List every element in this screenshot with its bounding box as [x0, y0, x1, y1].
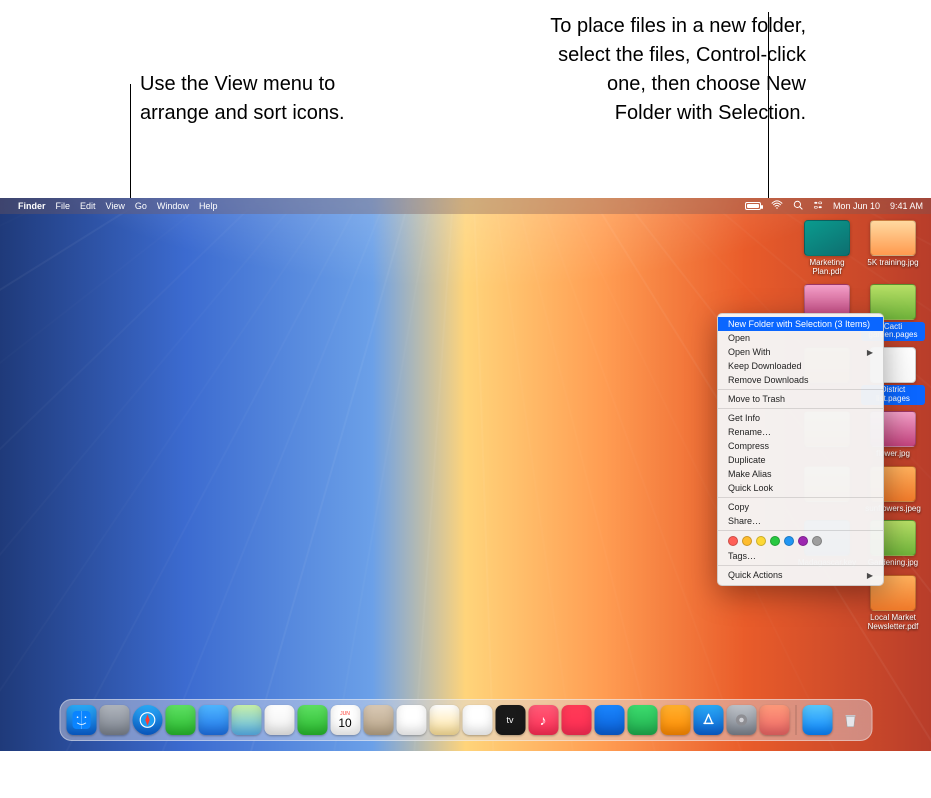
- chevron-right-icon: ▶: [867, 571, 873, 580]
- ctx-copy[interactable]: Copy: [718, 500, 883, 514]
- ctx-quick-actions[interactable]: Quick Actions▶: [718, 568, 883, 582]
- ctx-duplicate[interactable]: Duplicate: [718, 453, 883, 467]
- mac-desktop: Finder File Edit View Go Window Help Mon…: [0, 198, 931, 751]
- chevron-right-icon: ▶: [867, 348, 873, 357]
- menu-separator: [718, 408, 883, 409]
- desktop-file[interactable]: Marketing Plan.pdf: [797, 220, 857, 278]
- file-thumbnail: [804, 220, 850, 256]
- dock-downloads-icon[interactable]: [802, 705, 832, 735]
- dock-settings-icon[interactable]: [726, 705, 756, 735]
- ctx-get-info[interactable]: Get Info: [718, 411, 883, 425]
- context-menu: New Folder with Selection (3 Items) Open…: [717, 313, 884, 586]
- dock-music-icon[interactable]: ♪: [528, 705, 558, 735]
- menu-separator: [718, 565, 883, 566]
- ctx-tags[interactable]: Tags…: [718, 549, 883, 563]
- dock-photos-icon[interactable]: [264, 705, 294, 735]
- file-label: Local Market Newsletter.pdf: [861, 613, 925, 633]
- battery-icon[interactable]: [745, 202, 761, 210]
- menu-separator: [718, 530, 883, 531]
- tag-color-dot[interactable]: [728, 536, 738, 546]
- dock-pages-icon[interactable]: [660, 705, 690, 735]
- menu-separator: [718, 497, 883, 498]
- menu-bar: Finder File Edit View Go Window Help Mon…: [0, 198, 931, 214]
- dock-contacts-icon[interactable]: [363, 705, 393, 735]
- menu-date[interactable]: Mon Jun 10: [833, 201, 880, 211]
- dock-maps-icon[interactable]: [231, 705, 261, 735]
- wifi-icon[interactable]: [771, 200, 783, 212]
- menu-app-name[interactable]: Finder: [18, 201, 46, 211]
- dock-numbers-icon[interactable]: [627, 705, 657, 735]
- dock-launchpad-icon[interactable]: [99, 705, 129, 735]
- ctx-keep-downloaded[interactable]: Keep Downloaded: [718, 359, 883, 373]
- dock-messages-icon[interactable]: [165, 705, 195, 735]
- annotation-text-right: To place files in a new folder, select t…: [546, 12, 806, 128]
- dock-iphone-mirroring-icon[interactable]: [759, 705, 789, 735]
- tag-color-dot[interactable]: [756, 536, 766, 546]
- control-center-icon[interactable]: [813, 200, 823, 212]
- file-label: Marketing Plan.pdf: [795, 258, 859, 278]
- tag-color-dot[interactable]: [798, 536, 808, 546]
- annotation-text-left: Use the View menu to arrange and sort ic…: [140, 70, 360, 128]
- dock-finder-icon[interactable]: [66, 705, 96, 735]
- dock-news-icon[interactable]: [561, 705, 591, 735]
- annotation-leader-left: [130, 84, 131, 209]
- menu-separator: [718, 389, 883, 390]
- desktop-file[interactable]: 5K training.jpg: [863, 220, 923, 278]
- file-thumbnail: [870, 220, 916, 256]
- file-label: 5K training.jpg: [861, 258, 925, 269]
- dock-safari-icon[interactable]: [132, 705, 162, 735]
- tag-color-dot[interactable]: [770, 536, 780, 546]
- dock-calendar-icon[interactable]: JUN10: [330, 705, 360, 735]
- tag-color-dot[interactable]: [784, 536, 794, 546]
- ctx-new-folder-with-selection[interactable]: New Folder with Selection (3 Items): [718, 317, 883, 331]
- menu-view[interactable]: View: [106, 201, 125, 211]
- ctx-move-to-trash[interactable]: Move to Trash: [718, 392, 883, 406]
- search-icon[interactable]: [793, 200, 803, 212]
- ctx-open[interactable]: Open: [718, 331, 883, 345]
- dock-reminders-icon[interactable]: [396, 705, 426, 735]
- dock-trash-icon[interactable]: [835, 705, 865, 735]
- dock-mail-icon[interactable]: [198, 705, 228, 735]
- annotation-layer: Use the View menu to arrange and sort ic…: [0, 0, 931, 198]
- dock-notes-icon[interactable]: [429, 705, 459, 735]
- dock-tv-icon[interactable]: tv: [495, 705, 525, 735]
- dock: JUN10 tv♪: [59, 699, 872, 741]
- ctx-quick-look[interactable]: Quick Look: [718, 481, 883, 495]
- dock-freeform-icon[interactable]: [462, 705, 492, 735]
- ctx-open-with[interactable]: Open With▶: [718, 345, 883, 359]
- menu-time[interactable]: 9:41 AM: [890, 201, 923, 211]
- menu-help[interactable]: Help: [199, 201, 218, 211]
- ctx-tag-colors: [718, 533, 883, 549]
- dock-facetime-icon[interactable]: [297, 705, 327, 735]
- ctx-remove-downloads[interactable]: Remove Downloads: [718, 373, 883, 387]
- menu-file[interactable]: File: [56, 201, 71, 211]
- ctx-share[interactable]: Share…: [718, 514, 883, 528]
- ctx-compress[interactable]: Compress: [718, 439, 883, 453]
- tag-color-dot[interactable]: [812, 536, 822, 546]
- menu-edit[interactable]: Edit: [80, 201, 96, 211]
- menu-go[interactable]: Go: [135, 201, 147, 211]
- tag-color-dot[interactable]: [742, 536, 752, 546]
- dock-appstore-icon[interactable]: [693, 705, 723, 735]
- menu-window[interactable]: Window: [157, 201, 189, 211]
- ctx-rename[interactable]: Rename…: [718, 425, 883, 439]
- dock-keynote-icon[interactable]: [594, 705, 624, 735]
- dock-separator: [795, 705, 796, 735]
- ctx-make-alias[interactable]: Make Alias: [718, 467, 883, 481]
